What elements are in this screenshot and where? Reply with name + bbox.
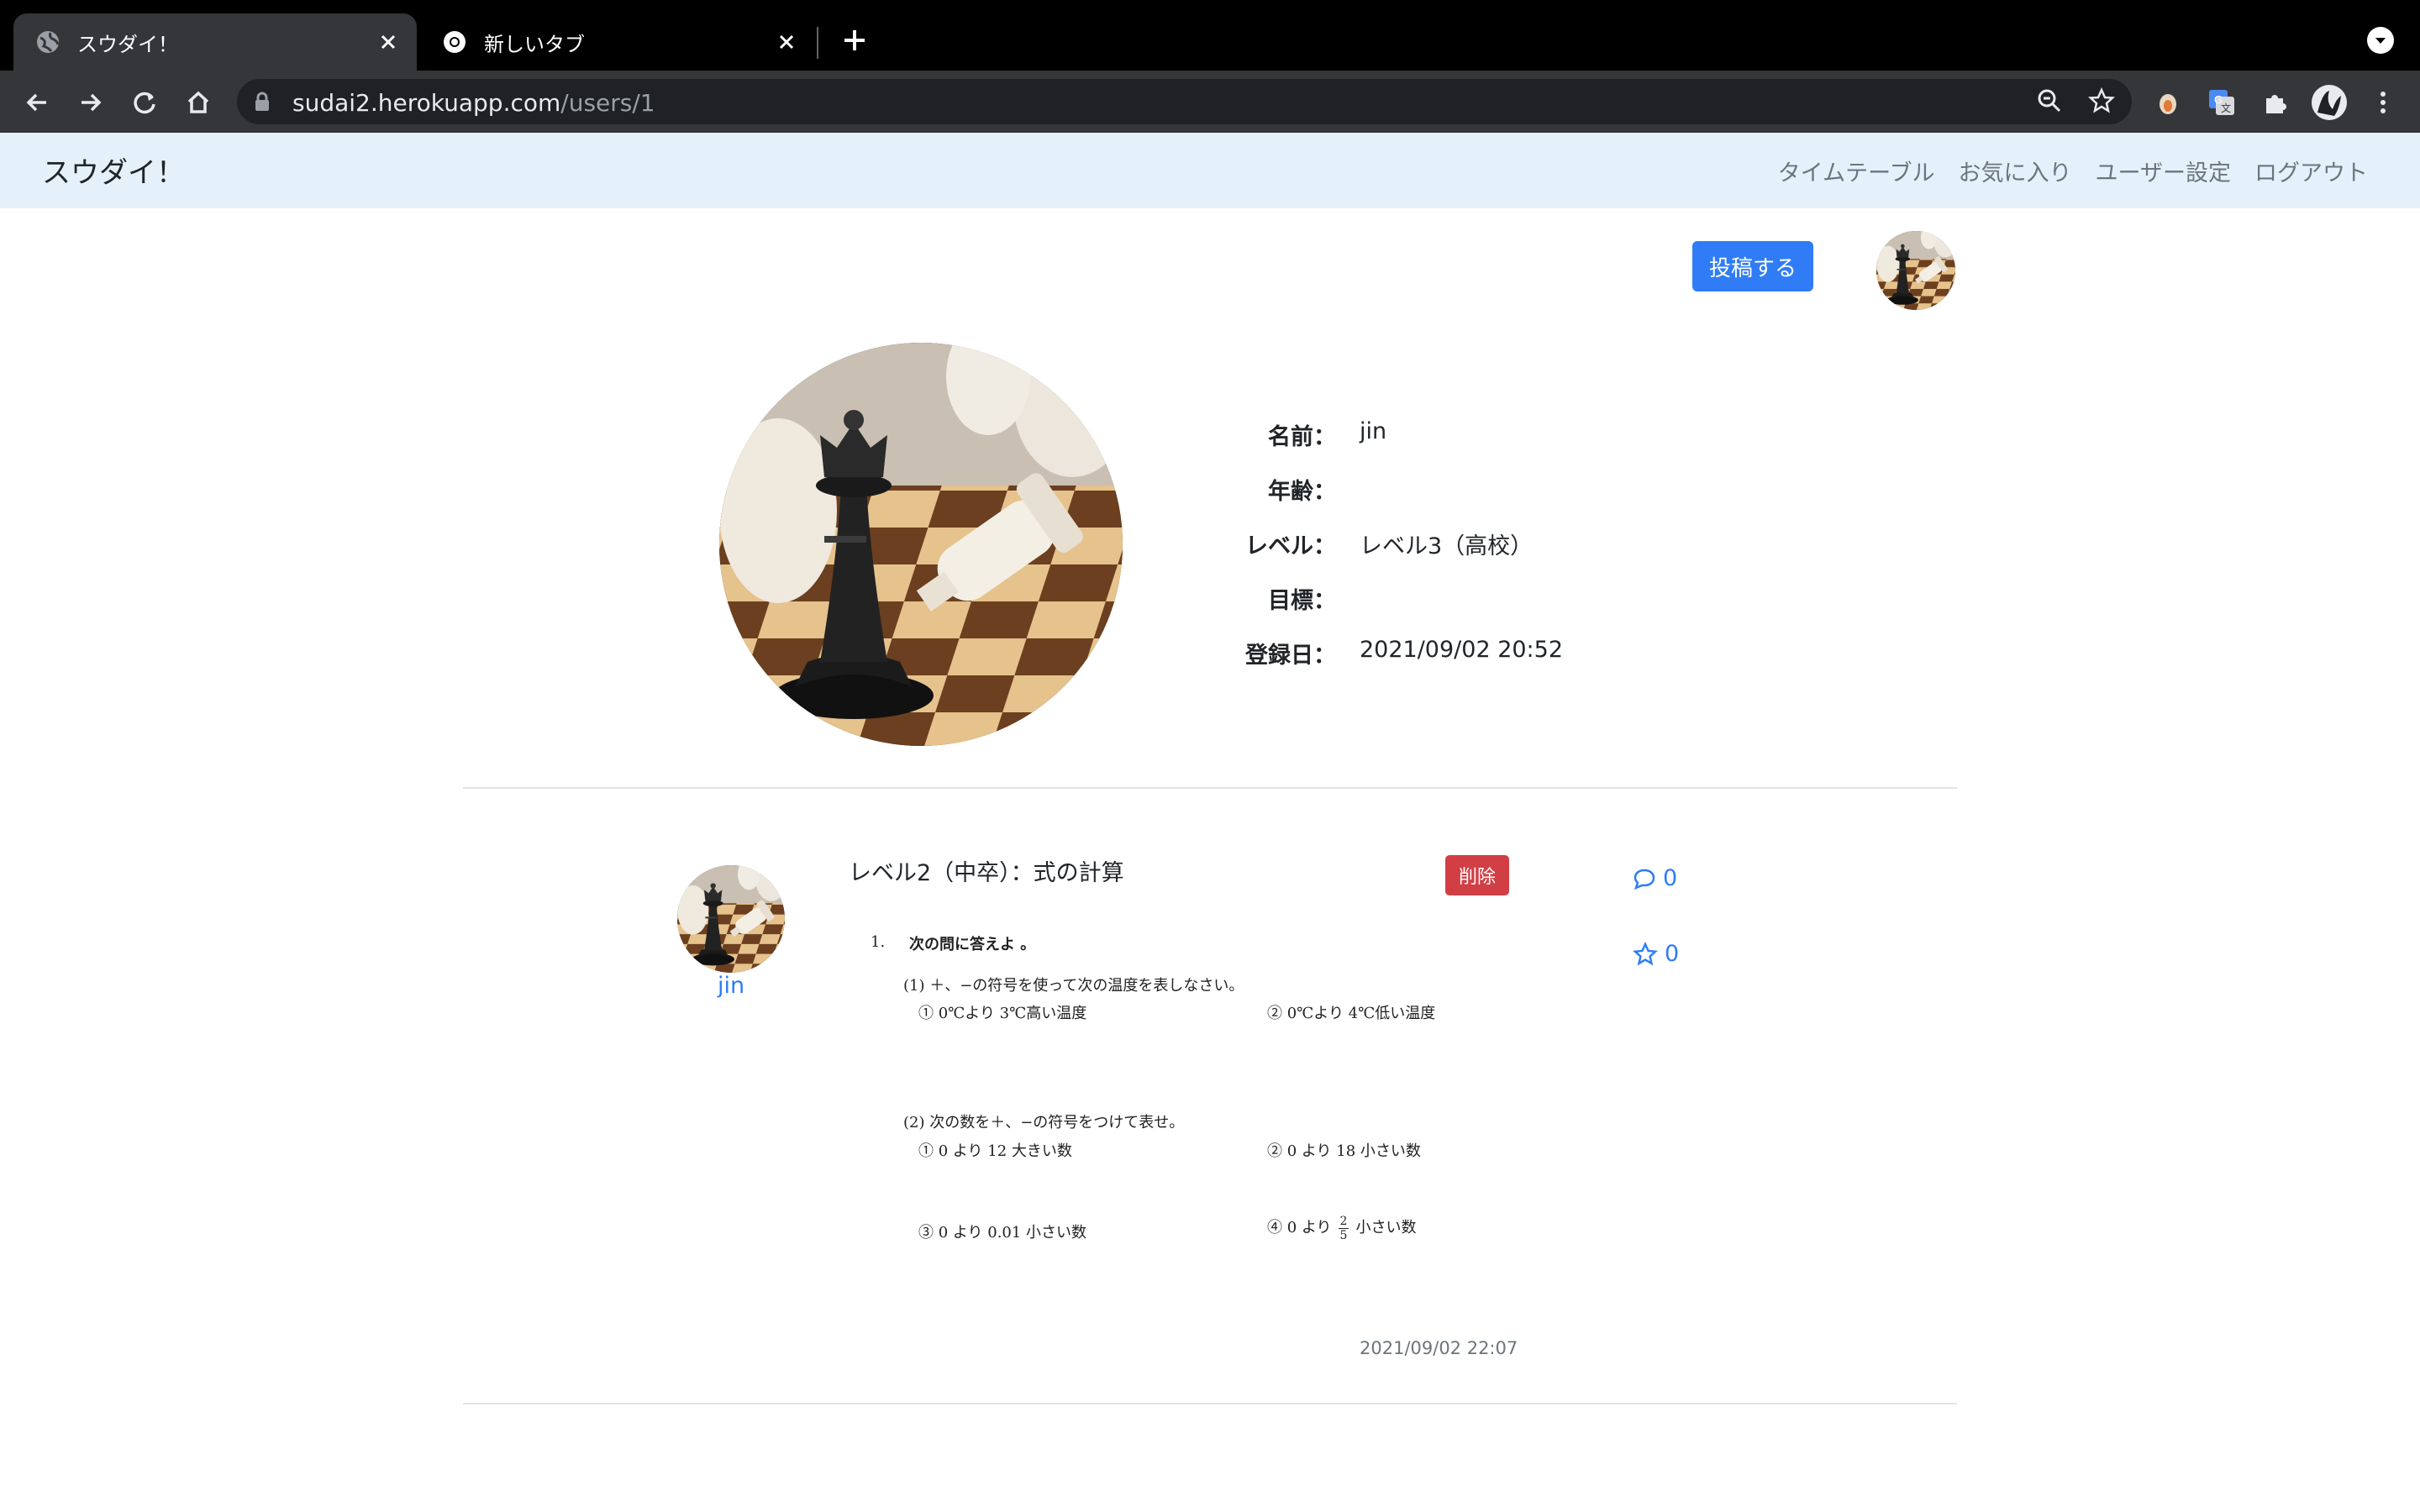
problem-q2c: ③ 0 より 0.01 小さい数 — [918, 1224, 1087, 1242]
home-icon[interactable] — [180, 84, 217, 121]
bookmark-star-icon[interactable] — [2087, 87, 2116, 118]
profile-label: 名前： — [1268, 424, 1336, 450]
favorite-count-value: 0 — [1665, 941, 1680, 967]
back-icon[interactable] — [18, 84, 55, 121]
problem-number: 1. — [871, 933, 886, 951]
star-icon — [1633, 941, 1658, 966]
browser-tabstrip: スウダイ！ 新しいタブ — [0, 0, 2420, 71]
profile-photo — [719, 343, 1123, 746]
delete-button[interactable]: 削除 — [1445, 855, 1509, 895]
post-title[interactable]: レベル2（中卒）：式の計算 — [849, 854, 1124, 887]
puzzle-icon[interactable] — [2257, 84, 2294, 121]
avatar[interactable] — [1876, 231, 1955, 310]
profile-row-registered: 登録日： 2021/09/02 20:52 — [1176, 637, 1933, 674]
forward-icon[interactable] — [72, 84, 109, 121]
profile-row-name: 名前： jin — [1176, 418, 1933, 455]
nav-link-favorites[interactable]: お気に入り — [1959, 155, 2072, 187]
divider — [463, 787, 1957, 789]
comment-icon — [1634, 869, 1655, 890]
problem-q2b: ② 0 より 18 小さい数 — [1267, 1142, 1421, 1160]
problem-q1a: ① 0℃より 3℃高い温度 — [918, 1005, 1087, 1022]
profile-label: 年齢： — [1268, 479, 1336, 505]
fraction-denominator: 5 — [1339, 1228, 1348, 1242]
profile-value: 2021/09/02 20:52 — [1360, 637, 1564, 663]
nav-link-user-settings[interactable]: ユーザー設定 — [2096, 155, 2231, 187]
nav-link-logout[interactable]: ログアウト — [2254, 155, 2368, 187]
tab-title: 新しいタブ — [484, 32, 585, 56]
plus-icon[interactable] — [836, 22, 873, 59]
problem-image: 1. 次の問に答えよ 。 (1) ＋、−の符号を使って次の温度を表しなさい。 ①… — [865, 924, 1504, 1260]
tab-separator — [817, 27, 818, 59]
tab-active[interactable]: スウダイ！ — [13, 13, 417, 71]
translate-icon[interactable]: G文 — [2203, 84, 2240, 121]
chrome-icon — [442, 29, 467, 55]
problem-q2d-prefix: ④ 0 より — [1267, 1219, 1332, 1236]
site-navbar: スウダイ！ タイムテーブル お気に入り ユーザー設定 ログアウト — [0, 133, 2420, 208]
post-author-avatar[interactable] — [677, 865, 785, 973]
problem-q2a: ① 0 より 12 大きい数 — [918, 1142, 1072, 1160]
problem-q1: (1) ＋、−の符号を使って次の温度を表しなさい。 — [903, 977, 1244, 995]
profile-label: 目標： — [1268, 588, 1336, 614]
fraction-numerator: 2 — [1338, 1214, 1349, 1229]
tab-inactive[interactable]: 新しいタブ — [420, 13, 815, 71]
profile-label: 登録日： — [1245, 643, 1336, 669]
comment-count-value: 0 — [1663, 865, 1678, 891]
profile-avatar-icon[interactable] — [2311, 84, 2348, 121]
nav-link-timetable[interactable]: タイムテーブル — [1778, 155, 1935, 187]
profile-label: レベル： — [1245, 533, 1336, 559]
profile-value: レベル3（高校） — [1360, 533, 1534, 559]
extension-icon[interactable] — [2149, 84, 2186, 121]
profile-row-goal: 目標： — [1176, 582, 1933, 619]
globe-icon — [35, 29, 60, 55]
problem-q1b: ② 0℃より 4℃低い温度 — [1267, 1005, 1436, 1022]
problem-q2: (2) 次の数を＋、−の符号をつけて表せ。 — [903, 1114, 1185, 1131]
nav-links: タイムテーブル お気に入り ユーザー設定 ログアウト — [1778, 155, 2368, 187]
tab-title: スウダイ！ — [77, 32, 178, 56]
zoom-icon[interactable] — [2036, 87, 2063, 118]
fraction: 25 — [1338, 1214, 1349, 1242]
address-bar[interactable]: sudai2.herokuapp.com/users/1 — [237, 79, 2132, 124]
problem-q2d: ④ 0 より 2 5 小さい数 — [1267, 1210, 1416, 1247]
close-icon[interactable] — [371, 25, 405, 59]
favorite-count[interactable]: 0 — [1633, 941, 1679, 967]
divider — [463, 1403, 1957, 1404]
profile-value: jin — [1360, 418, 1387, 444]
kebab-menu-icon[interactable] — [2365, 84, 2402, 121]
profile-row-level: レベル： レベル3（高校） — [1176, 528, 1933, 564]
lock-icon — [254, 92, 271, 115]
url-text: sudai2.herokuapp.com/users/1 — [292, 89, 655, 117]
reload-icon[interactable] — [126, 84, 163, 121]
problem-heading: 次の問に答えよ 。 — [909, 936, 1036, 953]
post-author-link[interactable]: jin — [706, 973, 756, 999]
browser-toolbar: sudai2.herokuapp.com/users/1 G文 — [0, 71, 2420, 133]
svg-text:文: 文 — [2221, 102, 2231, 114]
chevron-down-icon[interactable] — [2367, 27, 2394, 54]
close-icon[interactable] — [770, 25, 803, 59]
profile-row-age: 年齢： — [1176, 473, 1933, 510]
post-date: 2021/09/02 22:07 — [1360, 1338, 1518, 1358]
site-brand[interactable]: スウダイ！ — [42, 150, 185, 191]
comment-count[interactable]: 0 — [1633, 865, 1677, 891]
problem-q2d-suffix: 小さい数 — [1355, 1219, 1417, 1236]
new-post-button[interactable]: 投稿する — [1692, 241, 1813, 291]
